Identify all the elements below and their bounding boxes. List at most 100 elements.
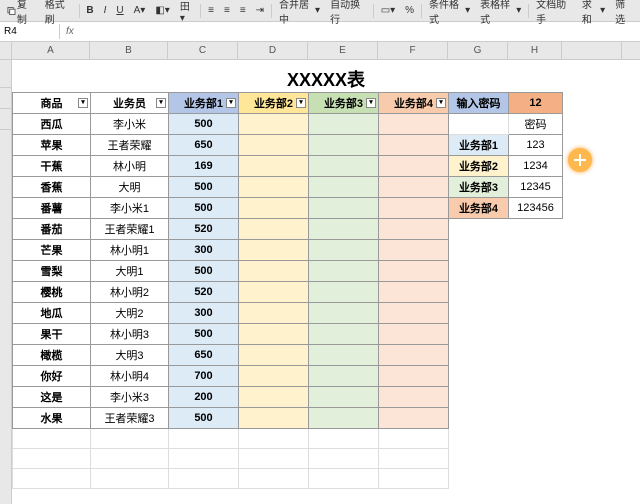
- format-painter-button[interactable]: 格式刷: [42, 0, 75, 27]
- table-style-button[interactable]: 表格样式▾: [477, 0, 524, 27]
- cell[interactable]: 520: [169, 282, 239, 303]
- cell[interactable]: [239, 345, 309, 366]
- data-table[interactable]: 商品▾业务员▾业务部1▾业务部2▾业务部3▾业务部4▾输入密码12西瓜李小米50…: [12, 92, 563, 489]
- underline-button[interactable]: U: [113, 4, 126, 17]
- table-row[interactable]: 橄榄大明3650: [13, 345, 563, 366]
- cell[interactable]: 650: [169, 135, 239, 156]
- cell[interactable]: [239, 282, 309, 303]
- cell[interactable]: 番薯: [13, 198, 91, 219]
- cell[interactable]: [309, 408, 379, 429]
- cell[interactable]: 香蕉: [13, 177, 91, 198]
- cell[interactable]: [239, 219, 309, 240]
- cell[interactable]: 大明: [91, 177, 169, 198]
- cell[interactable]: 林小明4: [91, 366, 169, 387]
- cell[interactable]: [91, 429, 169, 449]
- copy-button[interactable]: 复制: [4, 0, 38, 27]
- cell[interactable]: 500: [169, 261, 239, 282]
- cell[interactable]: [239, 408, 309, 429]
- cell[interactable]: [309, 303, 379, 324]
- cell[interactable]: 番茄: [13, 219, 91, 240]
- col-header-H[interactable]: H: [508, 42, 562, 59]
- cell[interactable]: [13, 429, 91, 449]
- name-box[interactable]: R4: [0, 24, 60, 39]
- sum-button[interactable]: 求和▾: [579, 0, 608, 27]
- cell[interactable]: [379, 261, 449, 282]
- cell[interactable]: 林小明3: [91, 324, 169, 345]
- cell[interactable]: [449, 114, 509, 135]
- cell[interactable]: [309, 177, 379, 198]
- table-row[interactable]: 干蕉林小明169业务部21234: [13, 156, 563, 177]
- cell[interactable]: 干蕉: [13, 156, 91, 177]
- table-row[interactable]: 这是李小米3200: [13, 387, 563, 408]
- table-row[interactable]: 香蕉大明500业务部312345: [13, 177, 563, 198]
- cell[interactable]: 苹果: [13, 135, 91, 156]
- cell[interactable]: 芒果: [13, 240, 91, 261]
- col-header-E[interactable]: E: [308, 42, 378, 59]
- cell[interactable]: [309, 324, 379, 345]
- cell[interactable]: [239, 135, 309, 156]
- cell[interactable]: 300: [169, 303, 239, 324]
- cell[interactable]: [309, 282, 379, 303]
- cell[interactable]: 王者荣耀3: [91, 408, 169, 429]
- cell[interactable]: [309, 114, 379, 135]
- cell[interactable]: 500: [169, 198, 239, 219]
- cell[interactable]: [309, 198, 379, 219]
- cell[interactable]: [379, 469, 449, 489]
- cell[interactable]: [239, 387, 309, 408]
- fx-icon[interactable]: fx: [60, 26, 80, 37]
- cell[interactable]: 你好: [13, 366, 91, 387]
- cell[interactable]: [309, 345, 379, 366]
- cell[interactable]: [379, 156, 449, 177]
- number-format-button[interactable]: ▭▾: [378, 4, 398, 17]
- col-header-A[interactable]: A: [12, 42, 90, 59]
- cell[interactable]: [379, 429, 449, 449]
- cell[interactable]: [309, 449, 379, 469]
- cell[interactable]: 700: [169, 366, 239, 387]
- cell[interactable]: [239, 449, 309, 469]
- cell[interactable]: [239, 177, 309, 198]
- filter-dropdown-icon[interactable]: ▾: [226, 98, 236, 108]
- cell[interactable]: 650: [169, 345, 239, 366]
- cell[interactable]: [309, 135, 379, 156]
- border-button[interactable]: 田▾: [177, 0, 196, 25]
- cell[interactable]: [169, 469, 239, 489]
- cell[interactable]: 水果: [13, 408, 91, 429]
- cell[interactable]: [379, 303, 449, 324]
- doc-help-button[interactable]: 文档助手: [533, 0, 575, 27]
- cell[interactable]: [309, 469, 379, 489]
- percent-button[interactable]: %: [402, 4, 417, 17]
- cell[interactable]: [169, 449, 239, 469]
- header-dept3[interactable]: 业务部3▾: [309, 93, 379, 114]
- cell[interactable]: 林小明1: [91, 240, 169, 261]
- col-header-C[interactable]: C: [168, 42, 238, 59]
- cell[interactable]: [379, 345, 449, 366]
- pwd-label-cell[interactable]: 密码: [509, 114, 563, 135]
- grid[interactable]: ABCDEFGH XXXXX表 商品▾业务员▾业务部1▾业务部2▾业务部3▾业务…: [12, 42, 640, 504]
- filter-dropdown-icon[interactable]: ▾: [78, 98, 88, 108]
- align-center-button[interactable]: ≡: [221, 4, 233, 17]
- cell[interactable]: 王者荣耀1: [91, 219, 169, 240]
- cell[interactable]: [379, 324, 449, 345]
- cell[interactable]: 地瓜: [13, 303, 91, 324]
- cell[interactable]: [239, 261, 309, 282]
- side-value[interactable]: 12345: [509, 177, 563, 198]
- side-value[interactable]: 123: [509, 135, 563, 156]
- side-value[interactable]: 1234: [509, 156, 563, 177]
- fill-color-button[interactable]: ◧▾: [152, 4, 172, 17]
- cell[interactable]: [309, 156, 379, 177]
- cell[interactable]: [239, 469, 309, 489]
- cell[interactable]: 500: [169, 408, 239, 429]
- cell[interactable]: [309, 219, 379, 240]
- cell[interactable]: 果干: [13, 324, 91, 345]
- cell[interactable]: [169, 429, 239, 449]
- cell[interactable]: [309, 240, 379, 261]
- cell[interactable]: [379, 135, 449, 156]
- col-header-G[interactable]: G: [448, 42, 508, 59]
- table-row[interactable]: 樱桃林小明2520: [13, 282, 563, 303]
- cell[interactable]: [239, 240, 309, 261]
- side-label[interactable]: 业务部4: [449, 198, 509, 219]
- cell[interactable]: 大明2: [91, 303, 169, 324]
- cell[interactable]: 大明3: [91, 345, 169, 366]
- filter-dropdown-icon[interactable]: ▾: [296, 98, 306, 108]
- cell[interactable]: [379, 366, 449, 387]
